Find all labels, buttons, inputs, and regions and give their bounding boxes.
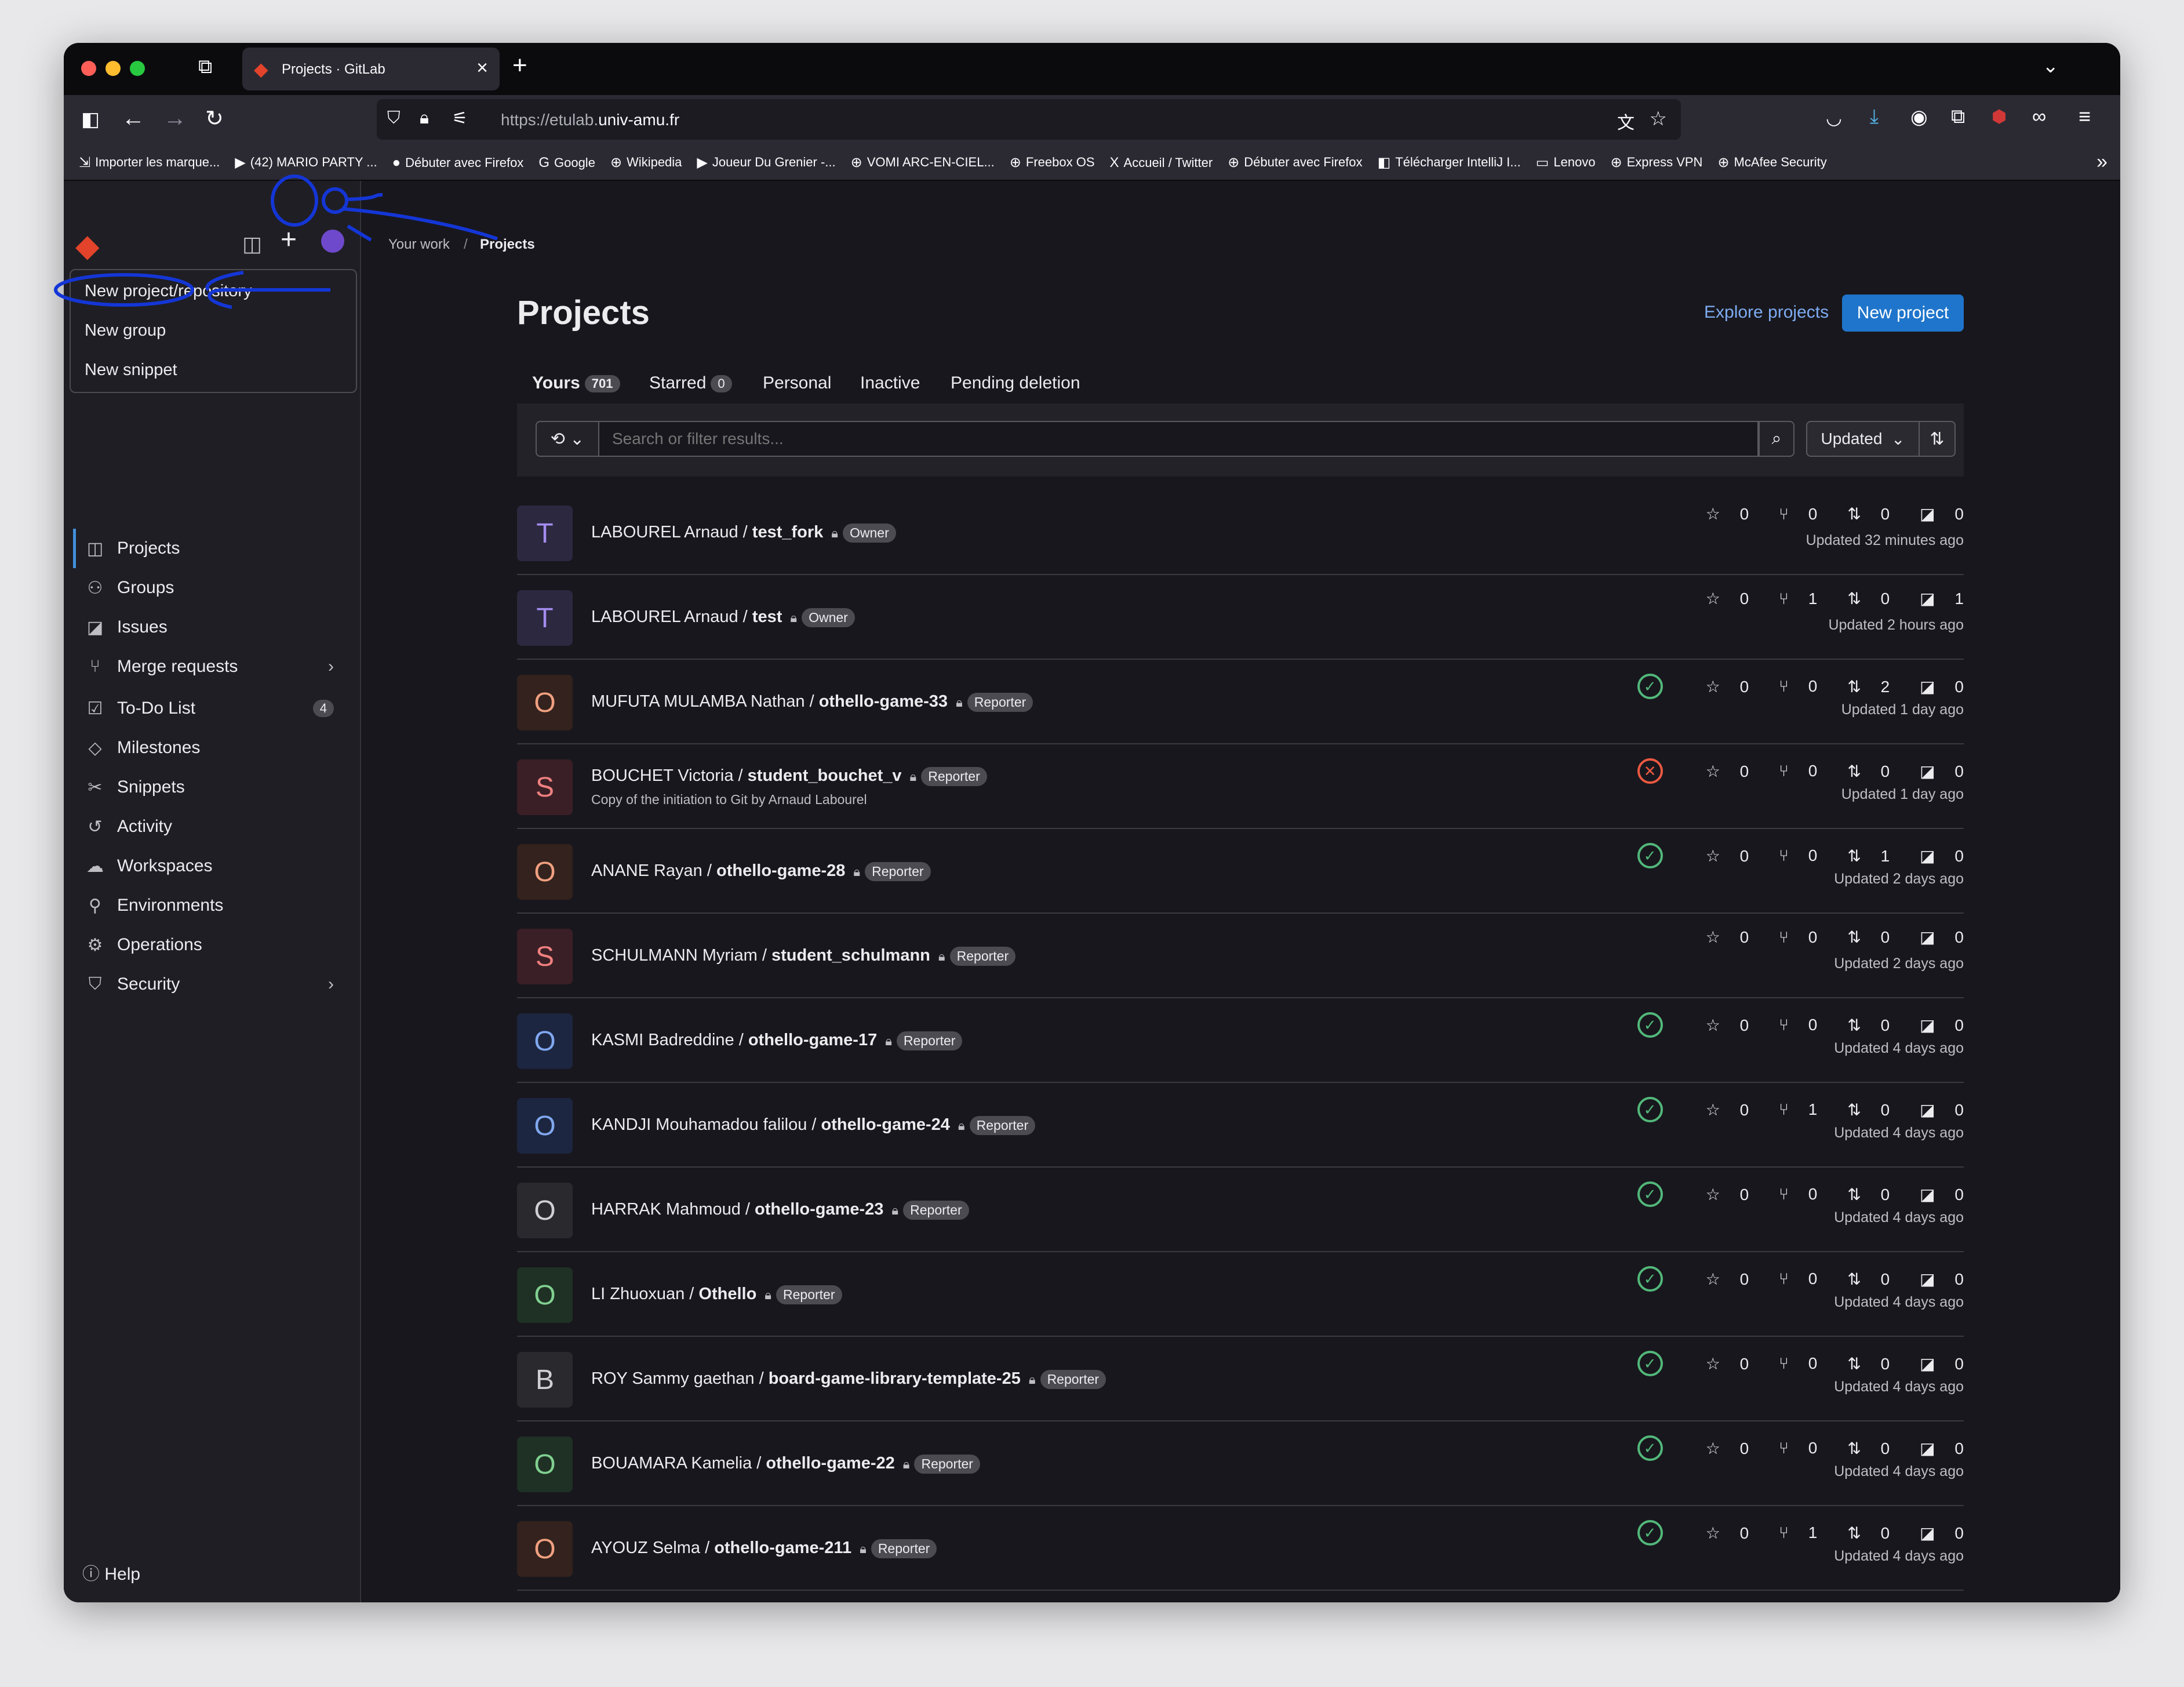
- annotation-arrow-3: [347, 224, 372, 242]
- annotation-arrow-2: [341, 207, 498, 241]
- annotation-arrow-1: [346, 193, 383, 201]
- annotation-arrow-new-group-head: [205, 271, 244, 292]
- annotation-arrow-new-group: [208, 288, 330, 309]
- annotation-circle-new-group: [54, 273, 194, 307]
- annotation-circle-plus: [271, 174, 318, 227]
- annotation-overlay: [54, 174, 498, 309]
